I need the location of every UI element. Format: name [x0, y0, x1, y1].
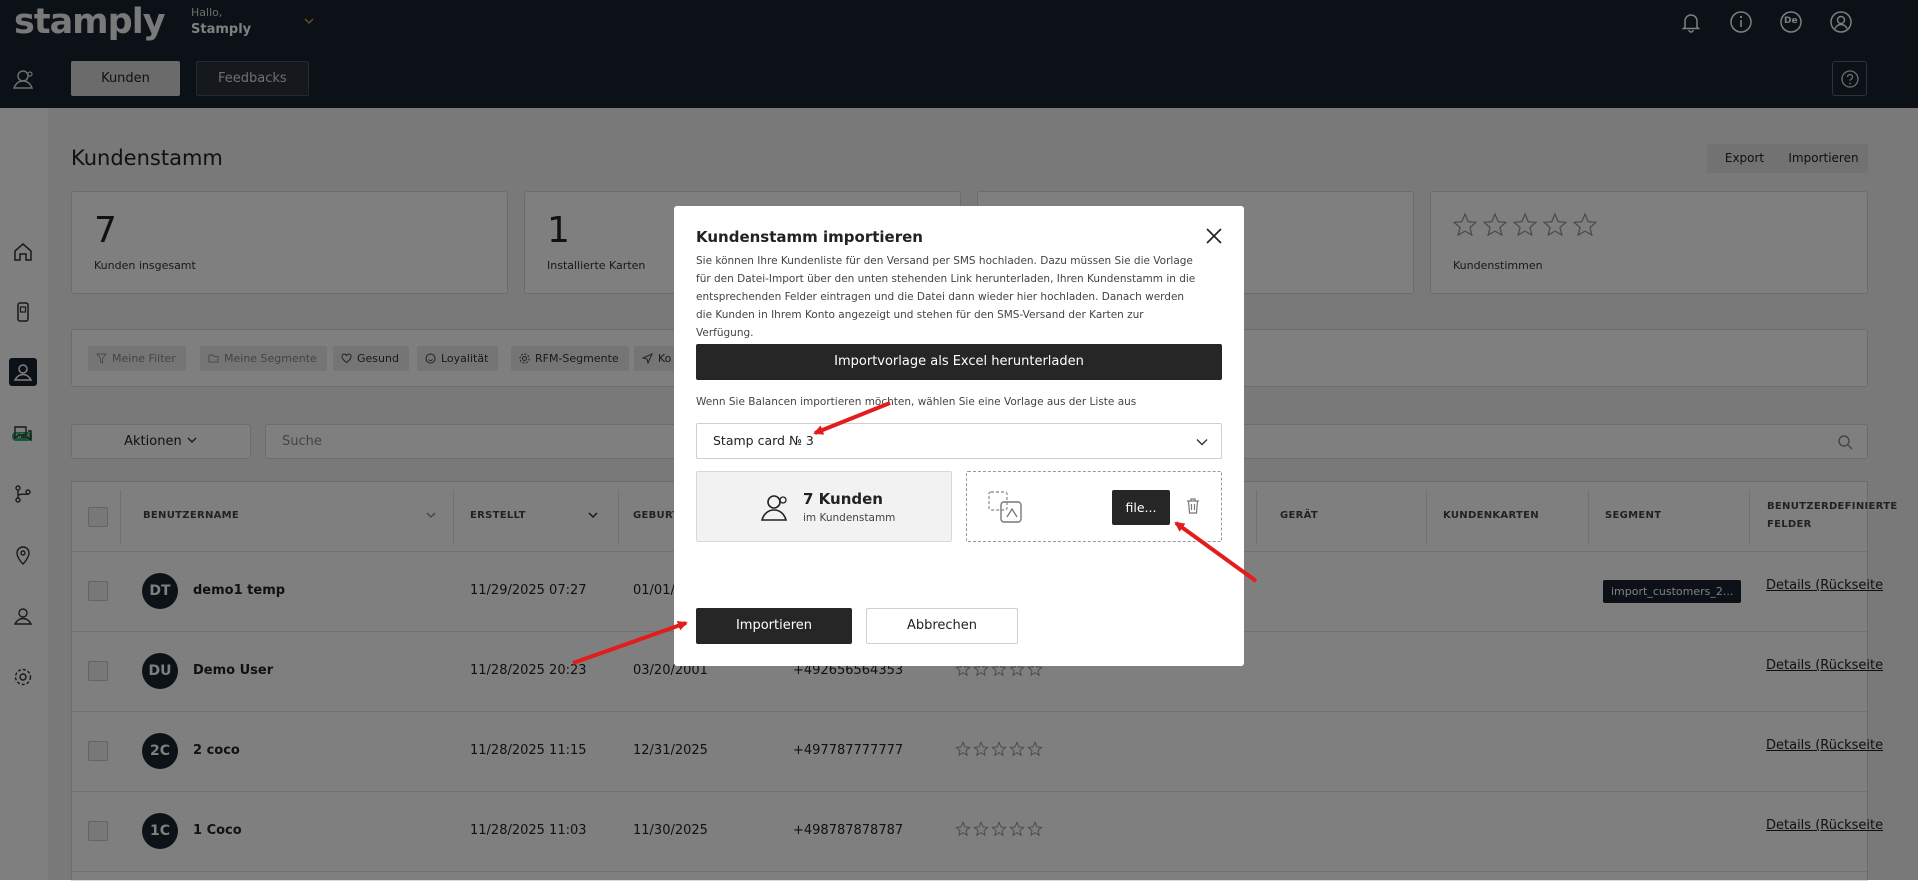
- cancel-button[interactable]: Abbrechen: [866, 608, 1018, 644]
- upload-file-icon: [988, 491, 1022, 523]
- template-select[interactable]: Stamp card № 3: [696, 423, 1222, 459]
- customer-count-card: 7 Kunden im Kundenstamm: [696, 471, 952, 542]
- choose-file-button[interactable]: file...: [1112, 490, 1170, 525]
- customers-icon: [760, 495, 788, 521]
- trash-icon[interactable]: [1185, 497, 1201, 515]
- selected-template: Stamp card № 3: [713, 433, 814, 448]
- balance-hint: Wenn Sie Balancen importieren möchten, w…: [696, 396, 1137, 408]
- import-submit-button[interactable]: Importieren: [696, 608, 852, 644]
- modal-description: Sie können Ihre Kundenliste für den Vers…: [696, 255, 1196, 339]
- download-template-button[interactable]: Importvorlage als Excel herunterladen: [696, 344, 1222, 380]
- modal-title: Kundenstamm importieren: [696, 228, 923, 246]
- import-modal: Kundenstamm importieren Sie können Ihre …: [674, 206, 1244, 666]
- chevron-down-icon: [1196, 439, 1208, 446]
- file-dropzone[interactable]: file...: [966, 471, 1222, 542]
- close-icon[interactable]: [1204, 226, 1224, 246]
- customer-count: 7 Kunden: [803, 490, 883, 508]
- customer-count-sub: im Kundenstamm: [803, 512, 896, 524]
